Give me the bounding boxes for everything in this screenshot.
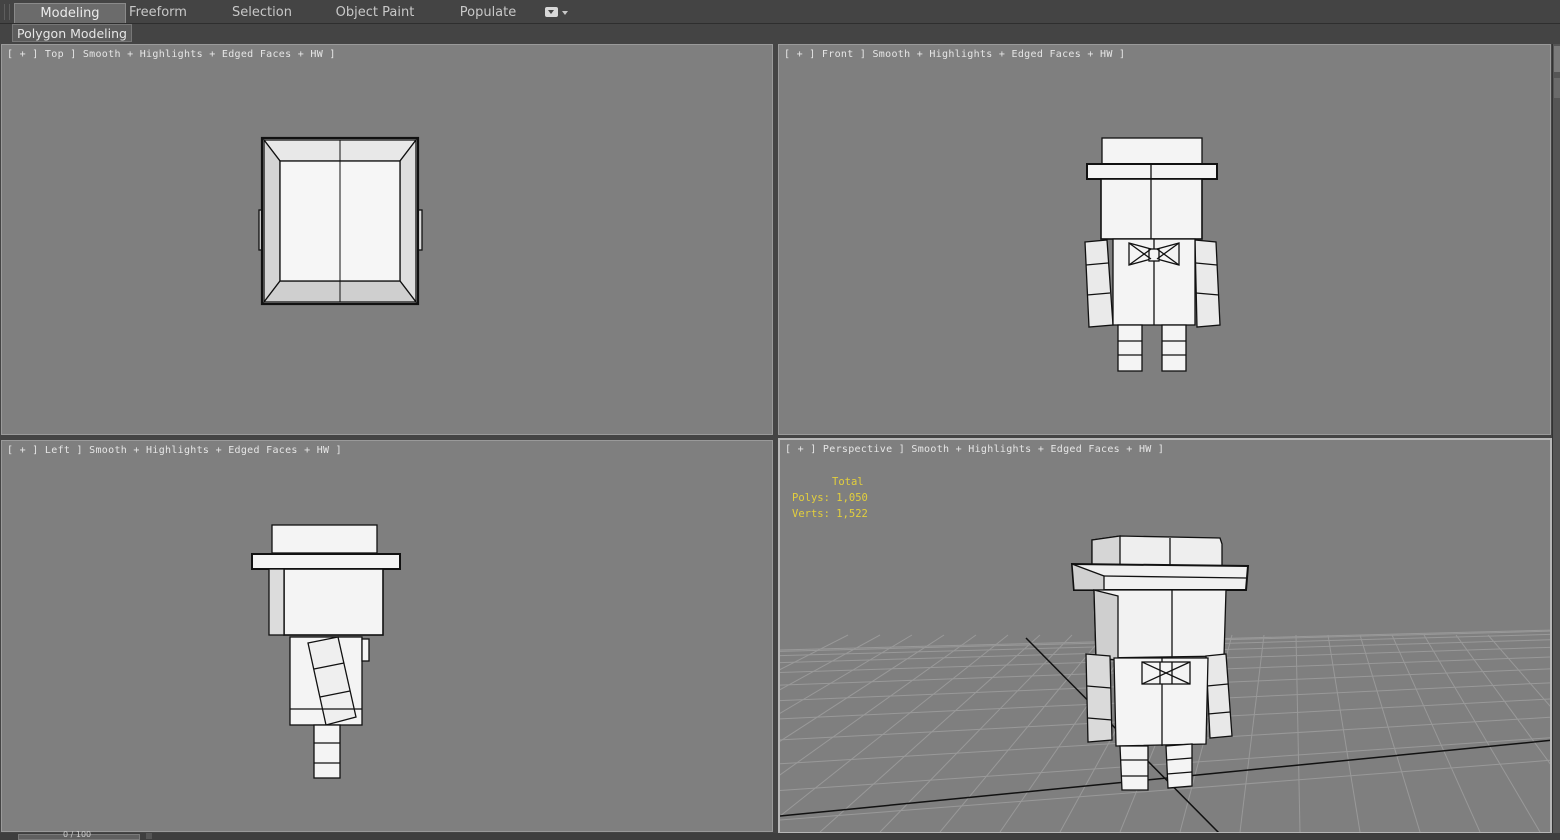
grid-line (780, 634, 881, 691)
top-view-model (258, 136, 423, 306)
perspective-character-model (1070, 535, 1250, 791)
next-frame-button[interactable] (146, 833, 152, 839)
grid-line (780, 759, 1550, 821)
viewport-top[interactable]: [ + ] Top ] Smooth + Highlights + Edged … (1, 44, 773, 435)
panel-tab[interactable] (1554, 78, 1560, 98)
grid-line (1359, 634, 1421, 832)
frame-counter: 0 / 100 (63, 830, 92, 839)
grid-line (1239, 634, 1265, 832)
viewport-left[interactable]: [ + ] Left ] Smooth + Highlights + Edged… (1, 440, 773, 832)
panel-scroll-handle[interactable] (1554, 46, 1560, 72)
time-slider-bar: 0 / 100 (0, 830, 1560, 840)
tab-populate[interactable]: Populate (456, 3, 520, 23)
grid-line (780, 634, 977, 776)
grid-line (1295, 634, 1301, 832)
ribbon-tabs-bar: Modeling Freeform Selection Object Paint… (0, 0, 1560, 24)
tab-selection[interactable]: Selection (228, 3, 296, 23)
perspective-grid-and-model (780, 535, 1550, 832)
tab-object-paint[interactable]: Object Paint (334, 3, 416, 23)
viewport-front[interactable]: [ + ] Front ] Smooth + Highlights + Edge… (778, 44, 1551, 435)
chevron-down-icon (562, 11, 568, 15)
grid-line (1391, 634, 1481, 832)
tab-modeling[interactable]: Modeling (14, 3, 126, 23)
left-view-character-model (251, 524, 401, 779)
front-view-character-model (1084, 137, 1221, 372)
time-slider[interactable]: 0 / 100 (18, 830, 140, 840)
ribbon-panel-bar: Polygon Modeling (0, 24, 1560, 44)
grid-line (1487, 634, 1550, 707)
tab-freeform[interactable]: Freeform (124, 3, 192, 23)
dropdown-icon (545, 7, 558, 17)
command-panel-edge[interactable] (1552, 44, 1560, 840)
grid-line (1455, 634, 1550, 765)
grid-line (1423, 634, 1541, 832)
viewport-perspective[interactable]: [ + ] Perspective ] Smooth + Highlights … (778, 438, 1552, 834)
ribbon-options-button[interactable] (545, 7, 569, 19)
polygon-modeling-panel-button[interactable]: Polygon Modeling (12, 24, 132, 42)
ribbon-grip-handle[interactable] (4, 4, 10, 20)
